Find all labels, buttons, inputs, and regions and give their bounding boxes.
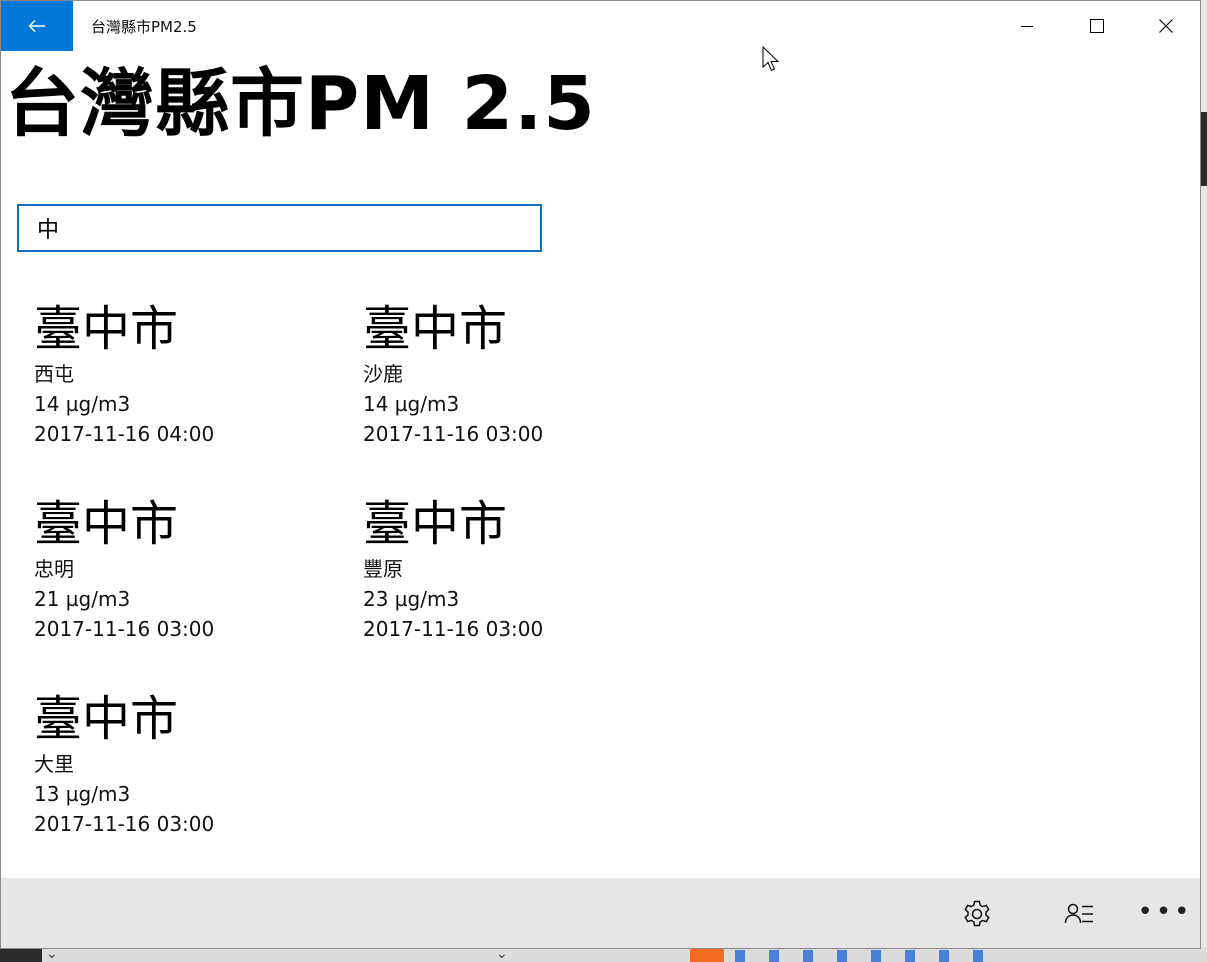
maximize-icon [1090,19,1104,33]
pm25-value: 21 µg/m3 [34,587,131,611]
search-input[interactable] [17,204,542,252]
site-name: 大里 [34,752,74,776]
command-bar: ••• [1,878,1200,948]
pm25-value: 14 µg/m3 [363,392,460,416]
background-scrollbar [1201,112,1207,186]
mouse-cursor-icon [762,46,780,72]
background-window-edge [1201,0,1207,962]
result-card[interactable]: 臺中市 大里 13 µg/m3 2017-11-16 03:00 [34,689,334,839]
settings-button[interactable] [947,894,1007,934]
close-button[interactable] [1132,1,1200,51]
publish-time: 2017-11-16 04:00 [34,422,215,446]
site-name: 沙鹿 [363,362,403,386]
publish-time: 2017-11-16 03:00 [363,422,544,446]
people-button[interactable] [1049,894,1109,934]
publish-time: 2017-11-16 03:00 [34,617,215,641]
result-card[interactable]: 臺中市 忠明 21 µg/m3 2017-11-16 03:00 [34,494,334,644]
gear-icon [964,900,990,927]
minimize-icon [1021,26,1033,27]
city-name: 臺中市 [363,496,508,552]
window-title: 台灣縣市PM2.5 [91,18,197,36]
minimize-button[interactable] [993,1,1061,51]
page-title: 台灣縣市PM 2.5 [5,61,596,147]
result-card[interactable]: 臺中市 豐原 23 µg/m3 2017-11-16 03:00 [363,494,663,644]
site-name: 忠明 [34,557,74,581]
title-bar: 台灣縣市PM2.5 [1,1,1200,51]
city-name: 臺中市 [34,496,179,552]
contact-list-icon [1064,903,1093,924]
more-ellipsis-icon: ••• [1137,897,1193,927]
site-name: 西屯 [34,362,74,386]
city-name: 臺中市 [34,691,179,747]
more-button[interactable]: ••• [1135,892,1195,932]
back-button[interactable] [1,1,73,51]
city-name: 臺中市 [363,301,508,357]
pm25-value: 13 µg/m3 [34,782,131,806]
maximize-button[interactable] [1063,1,1131,51]
publish-time: 2017-11-16 03:00 [363,617,544,641]
background-taskbar-fragment [0,948,42,962]
close-icon [1159,19,1173,33]
background-toolbar-icons [735,950,985,962]
publish-time: 2017-11-16 03:00 [34,812,215,836]
pm25-value: 14 µg/m3 [34,392,131,416]
result-card[interactable]: 臺中市 沙鹿 14 µg/m3 2017-11-16 03:00 [363,299,663,449]
result-card[interactable]: 臺中市 西屯 14 µg/m3 2017-11-16 04:00 [34,299,334,449]
background-desktop: ⌄ ⌄ [0,946,1207,962]
site-name: 豐原 [363,557,403,581]
city-name: 臺中市 [34,301,179,357]
background-app-icon [690,948,724,962]
app-window: 台灣縣市PM2.5 台灣縣市PM 2.5 臺中市 西屯 14 µg/m3 201… [0,0,1201,949]
back-arrow-icon [28,20,45,32]
pm25-value: 23 µg/m3 [363,587,460,611]
